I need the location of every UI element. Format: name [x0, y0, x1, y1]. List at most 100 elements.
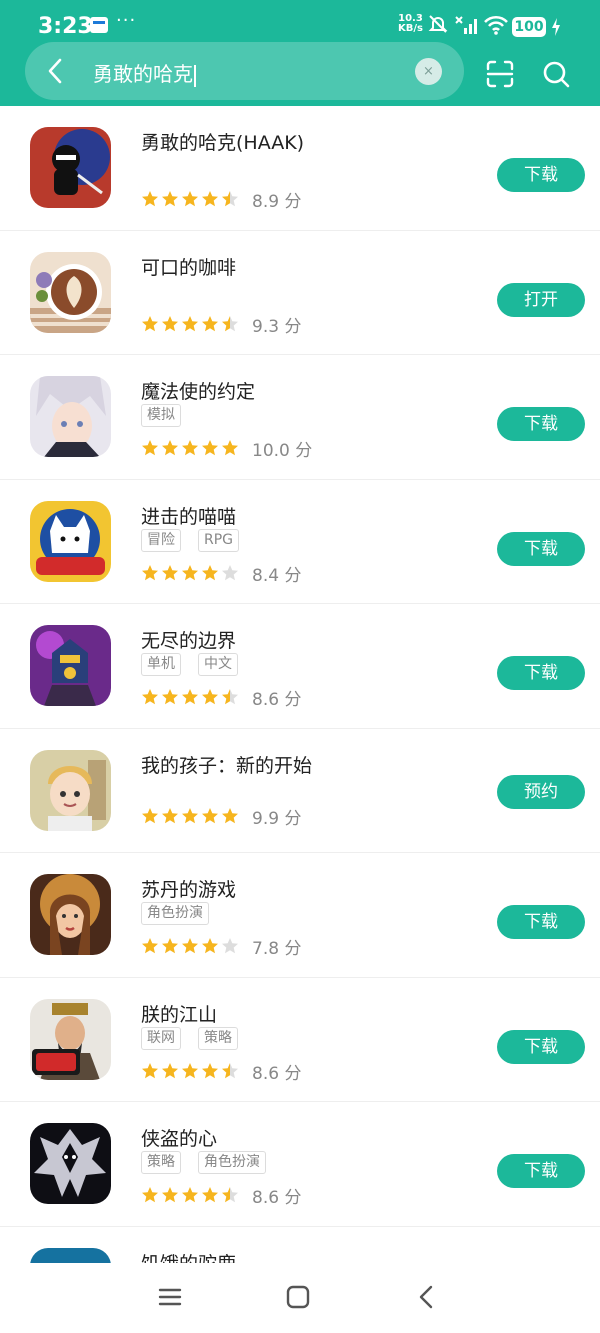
star-full-icon [162, 807, 178, 823]
list-item[interactable]: 可口的咖啡 9.3 分 打开 [0, 231, 600, 355]
network-speed: 10.3 KB/s [398, 13, 423, 34]
search-icon[interactable] [542, 60, 570, 92]
app-tags: 模拟 [141, 404, 181, 427]
app-tag: 单机 [141, 653, 181, 676]
system-nav-bar [0, 1263, 600, 1333]
status-time: 3:23 [38, 14, 93, 39]
app-name[interactable]: 可口的咖啡 [141, 253, 236, 280]
app-name[interactable]: 苏丹的游戏 [141, 875, 236, 902]
download-button[interactable]: 下载 [497, 1154, 585, 1188]
app-score: 8.4 分 [252, 565, 302, 586]
app-icon[interactable] [30, 251, 111, 333]
rating-stars [141, 439, 239, 457]
app-icon[interactable] [30, 625, 111, 706]
app-name[interactable]: 饥饿的驼鹿 [141, 1249, 236, 1264]
app-tags: 策略 角色扮演 [141, 1151, 266, 1174]
star-full-icon [222, 807, 238, 823]
app-icon[interactable] [30, 998, 111, 1080]
rating-stars [141, 1062, 239, 1080]
list-item[interactable]: 无尽的边界 单机 中文 8.6 分 下载 [0, 604, 600, 729]
app-name[interactable]: 朕的江山 [141, 1000, 217, 1027]
app-tag: 模拟 [141, 404, 181, 427]
charging-icon [550, 17, 562, 41]
app-tag: 角色扮演 [198, 1151, 266, 1174]
download-button[interactable]: 下载 [497, 656, 585, 690]
more-dots-icon: ··· [116, 10, 137, 31]
back-nav-icon[interactable] [416, 1285, 436, 1313]
rating-stars [141, 688, 239, 706]
star-full-icon [142, 191, 158, 207]
app-name[interactable]: 魔法使的约定 [141, 377, 255, 404]
mute-bell-icon [428, 14, 448, 38]
star-full-icon [142, 807, 158, 823]
list-item[interactable]: 魔法使的约定 模拟 10.0 分 下载 [0, 355, 600, 480]
open-button[interactable]: 打开 [497, 282, 585, 317]
app-name[interactable]: 进击的喵喵 [141, 502, 236, 529]
star-full-icon [202, 564, 218, 580]
app-icon[interactable] [30, 749, 111, 831]
star-full-icon [202, 1187, 218, 1203]
star-full-icon [142, 938, 158, 954]
list-item[interactable]: 我的孩子：新的开始 9.9 分 预约 [0, 729, 600, 853]
app-name[interactable]: 侠盗的心 [141, 1124, 217, 1151]
download-button[interactable]: 下载 [497, 158, 585, 192]
app-tag: RPG [198, 528, 240, 552]
star-full-icon [142, 440, 158, 456]
star-full-icon [182, 440, 198, 456]
star-full-icon [162, 689, 178, 705]
star-full-icon [182, 689, 198, 705]
app-name[interactable]: 无尽的边界 [141, 626, 236, 653]
app-icon[interactable] [30, 500, 111, 582]
app-icon[interactable] [30, 127, 111, 208]
star-full-icon [142, 689, 158, 705]
home-icon[interactable] [286, 1285, 310, 1313]
back-icon[interactable] [47, 58, 63, 88]
list-item[interactable]: 勇敢的哈克(HAAK) 8.9 分 下载 [0, 106, 600, 231]
star-full-icon [182, 807, 198, 823]
download-button[interactable]: 下载 [497, 1029, 585, 1064]
app-score: 10.0 分 [252, 441, 313, 461]
rating-stars [141, 564, 239, 582]
search-box[interactable]: 勇敢的哈克 × [25, 42, 464, 100]
star-half-icon [222, 191, 238, 207]
star-full-icon [162, 440, 178, 456]
list-item[interactable]: 朕的江山 联网 策略 8.6 分 下载 [0, 978, 600, 1102]
menu-icon[interactable] [158, 1285, 182, 1313]
star-full-icon [142, 1062, 158, 1078]
star-full-icon [202, 938, 218, 954]
star-full-icon [142, 564, 158, 580]
app-name[interactable]: 勇敢的哈克(HAAK) [141, 128, 304, 155]
search-results-list[interactable]: 勇敢的哈克(HAAK) 8.9 分 下载 可口的咖啡 9.3 分 打开 魔法使的… [0, 106, 600, 1263]
list-item[interactable]: 苏丹的游戏 角色扮演 7.8 分 下载 [0, 853, 600, 978]
app-icon[interactable] [30, 874, 111, 955]
app-icon[interactable] [30, 1247, 111, 1263]
star-full-icon [202, 191, 218, 207]
list-item[interactable]: 侠盗的心 策略 角色扮演 8.6 分 下载 [0, 1102, 600, 1227]
star-full-icon [222, 440, 238, 456]
app-icon[interactable] [30, 1123, 111, 1204]
download-button[interactable]: 下载 [497, 531, 585, 566]
list-item[interactable]: 饥饿的驼鹿 [0, 1227, 600, 1264]
battery-level: 100 [512, 17, 546, 37]
star-full-icon [162, 1187, 178, 1203]
app-name[interactable]: 我的孩子：新的开始 [141, 751, 312, 778]
app-tags: 角色扮演 [141, 902, 209, 925]
app-score: 8.6 分 [252, 1063, 302, 1084]
search-input[interactable]: 勇敢的哈克 [93, 58, 196, 87]
star-full-icon [142, 1187, 158, 1203]
header-bar: 3:23 ··· 10.3 KB/s 100 勇敢的哈克 × [0, 0, 600, 106]
scan-icon[interactable] [486, 60, 514, 92]
reserve-button[interactable]: 预约 [497, 774, 585, 809]
app-tag: 中文 [198, 653, 238, 676]
star-empty-icon [222, 564, 238, 580]
app-icon[interactable] [30, 376, 111, 457]
star-full-icon [182, 564, 198, 580]
star-half-icon [222, 315, 238, 331]
clear-icon[interactable]: × [415, 58, 442, 85]
download-button[interactable]: 下载 [497, 407, 585, 441]
status-bar: 3:23 ··· 10.3 KB/s 100 [0, 0, 600, 44]
list-item[interactable]: 进击的喵喵 冒险 RPG 8.4 分 下载 [0, 480, 600, 604]
star-full-icon [162, 564, 178, 580]
star-full-icon [182, 938, 198, 954]
download-button[interactable]: 下载 [497, 905, 585, 939]
